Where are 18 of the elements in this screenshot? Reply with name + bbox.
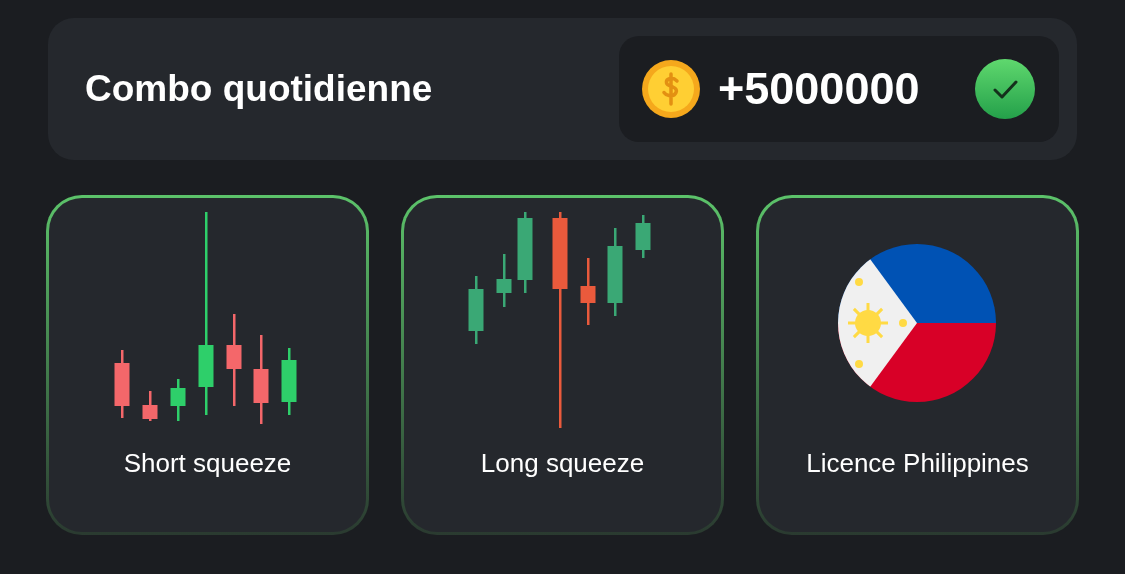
candle: [170, 379, 186, 421]
candle: [114, 350, 130, 418]
candle: [635, 215, 651, 258]
combo-card[interactable]: Short squeeze: [46, 195, 369, 535]
card-label: Licence Philippines: [806, 448, 1029, 478]
candle: [580, 258, 596, 325]
candle: [142, 391, 158, 421]
header-title: Combo quotidienne: [85, 68, 433, 110]
candle: [468, 276, 484, 344]
combo-card[interactable]: Long squeeze: [401, 195, 724, 535]
card-label: Long squeeze: [480, 448, 645, 478]
flag-icon: [838, 244, 996, 402]
card-label: Short squeeze: [123, 448, 292, 478]
candle: [496, 254, 512, 307]
coin-icon: [642, 60, 700, 118]
candle: [281, 348, 297, 415]
reward-amount: +5000000: [718, 63, 921, 115]
combo-card[interactable]: Licence Philippines: [756, 195, 1079, 535]
